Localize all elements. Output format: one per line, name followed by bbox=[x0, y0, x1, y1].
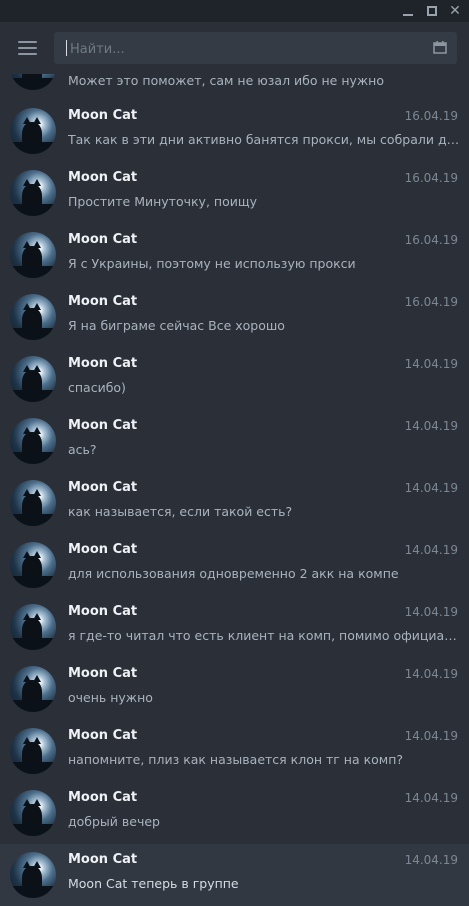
message-preview: для использования одновременно 2 акк на … bbox=[68, 566, 399, 581]
chat-date: 14.04.19 bbox=[404, 853, 458, 867]
message-preview: Moon Cat теперь в группе bbox=[68, 876, 239, 891]
chat-row[interactable]: Moon Cat 14.04.19 напомните, плиз как на… bbox=[0, 720, 469, 782]
chat-name: Moon Cat bbox=[68, 852, 138, 867]
close-icon[interactable]: ✕ bbox=[447, 3, 463, 19]
chat-row-selected[interactable]: Moon Cat 14.04.19 Moon Cat теперь в груп… bbox=[0, 844, 469, 906]
chat-row[interactable]: Moon Cat 16.04.19 Я с Украины, поэтому н… bbox=[0, 224, 469, 286]
chat-name: Moon Cat bbox=[68, 170, 138, 185]
avatar bbox=[10, 790, 56, 836]
search-input[interactable] bbox=[68, 32, 412, 66]
chat-date: 16.04.19 bbox=[404, 171, 458, 185]
avatar bbox=[10, 418, 56, 464]
chat-date: 16.04.19 bbox=[404, 295, 458, 309]
avatar bbox=[10, 108, 56, 154]
chat-row[interactable]: Moon Cat 16.04.19 Я на биграме сейчас Вс… bbox=[0, 286, 469, 348]
chat-row[interactable]: Moon Cat 14.04.19 для использования одно… bbox=[0, 534, 469, 596]
message-preview: Простите Минуточку, поищу bbox=[68, 194, 258, 209]
chat-name: Moon Cat bbox=[68, 418, 138, 433]
avatar bbox=[10, 542, 56, 588]
chat-date: 14.04.19 bbox=[404, 419, 458, 433]
chat-date: 14.04.19 bbox=[404, 667, 458, 681]
chat-name: Moon Cat bbox=[68, 232, 138, 247]
chat-row[interactable]: Moon Cat 14.04.19 спасибо) bbox=[0, 348, 469, 410]
chat-list: Может это поможет, сам не юзал ибо не ну… bbox=[0, 74, 469, 906]
avatar bbox=[10, 666, 56, 712]
chat-row[interactable]: Moon Cat 14.04.19 я где-то читал что ест… bbox=[0, 596, 469, 658]
chat-date: 16.04.19 bbox=[404, 109, 458, 123]
avatar bbox=[10, 480, 56, 526]
message-preview: напомните, плиз как называется клон тг н… bbox=[68, 752, 404, 767]
message-preview: очень нужно bbox=[68, 690, 153, 705]
message-preview: Так как в эти дни активно банятся прокси… bbox=[68, 132, 460, 147]
chat-row[interactable]: Moon Cat 14.04.19 как называется, если т… bbox=[0, 472, 469, 534]
chat-name: Moon Cat bbox=[68, 728, 138, 743]
message-preview: Я на биграме сейчас Все хорошо bbox=[68, 318, 285, 333]
calendar-icon[interactable] bbox=[433, 41, 447, 54]
avatar bbox=[10, 170, 56, 216]
minimize-icon[interactable] bbox=[400, 3, 416, 19]
chat-row[interactable]: Может это поможет, сам не юзал ибо не ну… bbox=[0, 74, 469, 94]
chat-name: Moon Cat bbox=[68, 480, 138, 495]
chat-name: Moon Cat bbox=[68, 604, 138, 619]
chat-date: 14.04.19 bbox=[404, 729, 458, 743]
title-bar: ✕ bbox=[0, 0, 469, 22]
message-preview: добрый вечер bbox=[68, 814, 160, 829]
chat-name: Moon Cat bbox=[68, 294, 138, 309]
message-preview: как называется, если такой есть? bbox=[68, 504, 293, 519]
chat-row[interactable]: Moon Cat 16.04.19 Простите Минуточку, по… bbox=[0, 162, 469, 224]
avatar bbox=[10, 74, 56, 90]
chat-row[interactable]: Moon Cat 16.04.19 Так как в эти дни акти… bbox=[0, 100, 469, 162]
search-caret bbox=[66, 40, 67, 56]
avatar bbox=[10, 728, 56, 774]
avatar bbox=[10, 852, 56, 898]
chat-date: 14.04.19 bbox=[404, 791, 458, 805]
message-preview: я где-то читал что есть клиент на комп, … bbox=[68, 628, 460, 643]
search-box[interactable] bbox=[54, 32, 457, 66]
chat-name: Moon Cat bbox=[68, 356, 138, 371]
header bbox=[0, 22, 469, 74]
chat-date: 16.04.19 bbox=[404, 233, 458, 247]
chat-date: 14.04.19 bbox=[404, 543, 458, 557]
message-preview: Может это поможет, сам не юзал ибо не ну… bbox=[68, 74, 384, 88]
chat-date: 14.04.19 bbox=[404, 481, 458, 495]
message-preview: Я с Украины, поэтому не использую прокси bbox=[68, 256, 356, 271]
chat-row[interactable]: Moon Cat 14.04.19 добрый вечер bbox=[0, 782, 469, 844]
avatar bbox=[10, 604, 56, 650]
chat-name: Moon Cat bbox=[68, 666, 138, 681]
chat-name: Moon Cat bbox=[68, 108, 138, 123]
avatar bbox=[10, 232, 56, 278]
chat-row[interactable]: Moon Cat 14.04.19 ась? bbox=[0, 410, 469, 472]
message-preview: спасибо) bbox=[68, 380, 126, 395]
chat-name: Moon Cat bbox=[68, 542, 138, 557]
chat-name: Moon Cat bbox=[68, 790, 138, 805]
chat-row[interactable]: Moon Cat 14.04.19 очень нужно bbox=[0, 658, 469, 720]
chat-date: 14.04.19 bbox=[404, 605, 458, 619]
avatar bbox=[10, 356, 56, 402]
message-preview: ась? bbox=[68, 442, 97, 457]
chat-date: 14.04.19 bbox=[404, 357, 458, 371]
avatar bbox=[10, 294, 56, 340]
maximize-icon[interactable] bbox=[424, 3, 440, 19]
hamburger-menu-icon[interactable] bbox=[18, 41, 37, 55]
